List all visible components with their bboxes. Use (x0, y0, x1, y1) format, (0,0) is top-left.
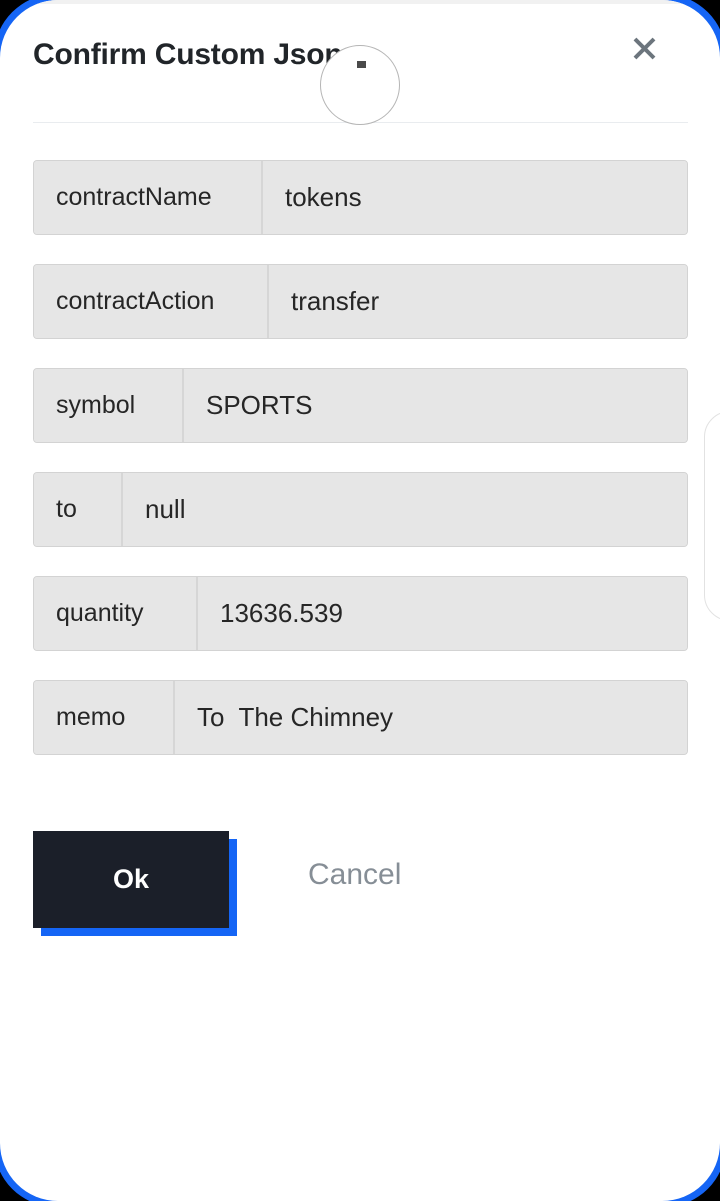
device-frame: Confirm Custom Json contractName tokens … (0, 0, 720, 1201)
json-field-list: contractName tokens contractAction trans… (33, 160, 688, 784)
field-value: To The Chimney (175, 681, 687, 754)
field-value: null (123, 473, 687, 546)
field-label: memo (34, 681, 175, 754)
touch-point-dot (357, 61, 366, 68)
field-label: quantity (34, 577, 198, 650)
field-label: symbol (34, 369, 184, 442)
field-row-to: to null (33, 472, 688, 547)
touch-point-indicator (320, 45, 400, 125)
field-value: transfer (269, 265, 687, 338)
offscreen-panel-edge (704, 411, 720, 621)
field-row-memo: memo To The Chimney (33, 680, 688, 755)
field-label: contractAction (34, 265, 269, 338)
field-value: SPORTS (184, 369, 687, 442)
top-edge-strip (0, 0, 720, 4)
cancel-button[interactable]: Cancel (308, 858, 401, 892)
field-label: contractName (34, 161, 263, 234)
field-row-quantity: quantity 13636.539 (33, 576, 688, 651)
field-value: tokens (263, 161, 687, 234)
page-title: Confirm Custom Json (33, 38, 343, 71)
field-row-symbol: symbol SPORTS (33, 368, 688, 443)
field-label: to (34, 473, 123, 546)
close-icon (631, 35, 658, 62)
field-value: 13636.539 (198, 577, 687, 650)
app-surface: Confirm Custom Json contractName tokens … (0, 0, 720, 1201)
close-button[interactable] (622, 26, 666, 70)
field-row-contract-action: contractAction transfer (33, 264, 688, 339)
ok-button[interactable]: Ok (33, 831, 229, 928)
field-row-contract-name: contractName tokens (33, 160, 688, 235)
